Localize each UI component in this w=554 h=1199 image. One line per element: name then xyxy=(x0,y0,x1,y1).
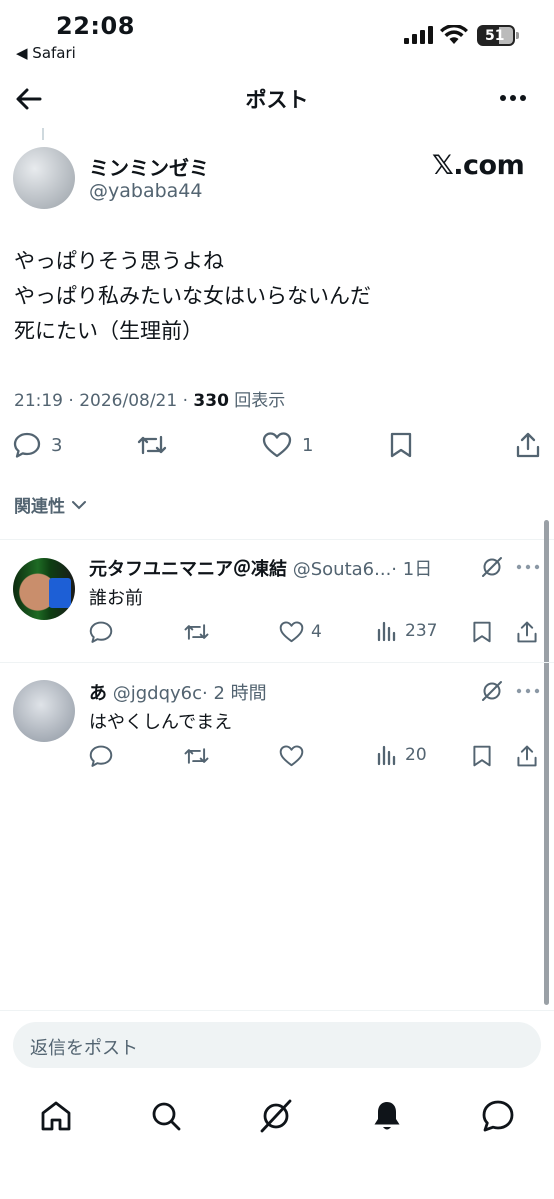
messages-icon[interactable] xyxy=(480,1098,516,1134)
view-label: 回表示 xyxy=(228,391,286,411)
sort-replies-dropdown[interactable]: 関連性 xyxy=(14,492,87,517)
share-button[interactable] xyxy=(514,431,542,459)
repost-icon xyxy=(184,624,209,640)
author-name[interactable]: ミンミンゼミ xyxy=(89,152,209,181)
repost-icon xyxy=(184,748,209,764)
post-actions: 3 1 xyxy=(0,428,554,464)
bookmark-button[interactable] xyxy=(471,620,493,644)
grok-icon[interactable] xyxy=(258,1098,294,1134)
heart-icon xyxy=(279,621,304,643)
grok-icon[interactable] xyxy=(481,680,503,702)
bookmark-icon xyxy=(390,432,412,458)
reply-icon xyxy=(89,621,113,643)
wifi-icon xyxy=(440,25,468,45)
reply-author-name[interactable]: あ xyxy=(89,683,107,704)
reply-time: · 1日 xyxy=(391,559,433,580)
reply-author-handle[interactable]: @jgdqy6c xyxy=(113,683,202,704)
reply-icon xyxy=(13,432,41,458)
bookmark-icon xyxy=(473,745,491,767)
views-chart-icon xyxy=(377,621,396,642)
like-count: 1 xyxy=(302,434,314,456)
notifications-icon[interactable] xyxy=(369,1098,405,1134)
author-handle[interactable]: @yababa44 xyxy=(89,180,202,202)
like-button[interactable]: 1 xyxy=(262,431,313,459)
author-avatar[interactable] xyxy=(13,147,75,209)
views-chart-icon xyxy=(377,745,396,766)
heart-icon xyxy=(262,432,292,458)
like-button[interactable]: 4 xyxy=(279,620,322,644)
battery-level: 51 xyxy=(485,27,505,44)
repost-button[interactable] xyxy=(183,744,217,768)
repost-button[interactable] xyxy=(136,431,178,459)
reply-header: あ @jgdqy6c· 2 時間 xyxy=(89,679,267,705)
divider xyxy=(0,1010,554,1011)
bookmark-button[interactable] xyxy=(471,744,493,768)
status-time: 22:08 xyxy=(56,12,135,40)
reply-avatar[interactable] xyxy=(13,680,75,742)
grok-icon[interactable] xyxy=(481,556,503,578)
post-text: やっぱりそう思うよね やっぱり私みたいな女はいらないんだ 死にたい（生理前） xyxy=(14,244,371,349)
reply-text: 誰お前 xyxy=(89,588,143,609)
page-title: ポスト xyxy=(245,88,309,112)
share-icon xyxy=(516,432,540,458)
cellular-signal-icon xyxy=(404,26,434,44)
repost-icon xyxy=(137,435,167,455)
post-line: 死にたい（生理前） xyxy=(14,319,203,343)
thread-connector xyxy=(42,128,44,140)
like-button[interactable] xyxy=(279,744,311,768)
share-button[interactable] xyxy=(515,744,539,768)
views-button[interactable]: 20 xyxy=(376,744,427,766)
reply-count: 3 xyxy=(51,434,63,456)
view-count: 330 xyxy=(193,391,229,411)
reply-author-name[interactable]: 元タフユニマニア＠凍結 xyxy=(89,559,287,580)
post-line: やっぱり私みたいな女はいらないんだ xyxy=(14,284,371,308)
views-count: 20 xyxy=(405,745,427,765)
battery-icon: 51 xyxy=(477,25,519,46)
bookmark-icon xyxy=(473,621,491,643)
chevron-down-icon xyxy=(72,500,86,509)
heart-icon xyxy=(279,745,304,767)
divider xyxy=(0,662,554,663)
more-options-icon[interactable] xyxy=(498,86,528,110)
back-to-safari[interactable]: ◀ Safari xyxy=(16,44,76,62)
reply-button[interactable] xyxy=(89,744,120,768)
views-count: 237 xyxy=(405,621,438,641)
reply-header: 元タフユニマニア＠凍結 @Souta6...· 1日 xyxy=(89,555,432,581)
reply-more-icon[interactable] xyxy=(516,563,540,571)
reply-text: はやくしんでまえ xyxy=(89,712,233,733)
reply-author-handle[interactable]: @Souta6... xyxy=(293,559,392,580)
bookmark-button[interactable] xyxy=(388,431,414,459)
home-icon[interactable] xyxy=(38,1098,74,1134)
reply-button[interactable] xyxy=(89,620,120,644)
search-icon[interactable] xyxy=(148,1098,184,1134)
post-line: やっぱりそう思うよね xyxy=(14,249,224,273)
reply-avatar[interactable] xyxy=(13,558,75,620)
share-icon xyxy=(517,745,537,767)
x-com-brand: 𝕏.com xyxy=(432,150,525,181)
reply-input-placeholder: 返信をポスト xyxy=(30,1038,138,1059)
scrollbar[interactable] xyxy=(544,520,549,1005)
divider xyxy=(0,539,554,540)
reply-icon xyxy=(89,745,113,767)
like-count: 4 xyxy=(311,622,322,642)
sort-label: 関連性 xyxy=(14,497,65,517)
post-meta: 21:19 · 2026/08/21 · 330 回表示 xyxy=(14,386,285,411)
reply-more-icon[interactable] xyxy=(516,687,540,695)
share-icon xyxy=(517,621,537,643)
repost-button[interactable] xyxy=(183,620,217,644)
post-timestamp: 21:19 · 2026/08/21 · xyxy=(14,391,194,411)
views-button[interactable]: 237 xyxy=(376,620,437,642)
reply-time: · 2 時間 xyxy=(202,683,267,704)
reply-button[interactable]: 3 xyxy=(13,431,62,459)
share-button[interactable] xyxy=(515,620,539,644)
